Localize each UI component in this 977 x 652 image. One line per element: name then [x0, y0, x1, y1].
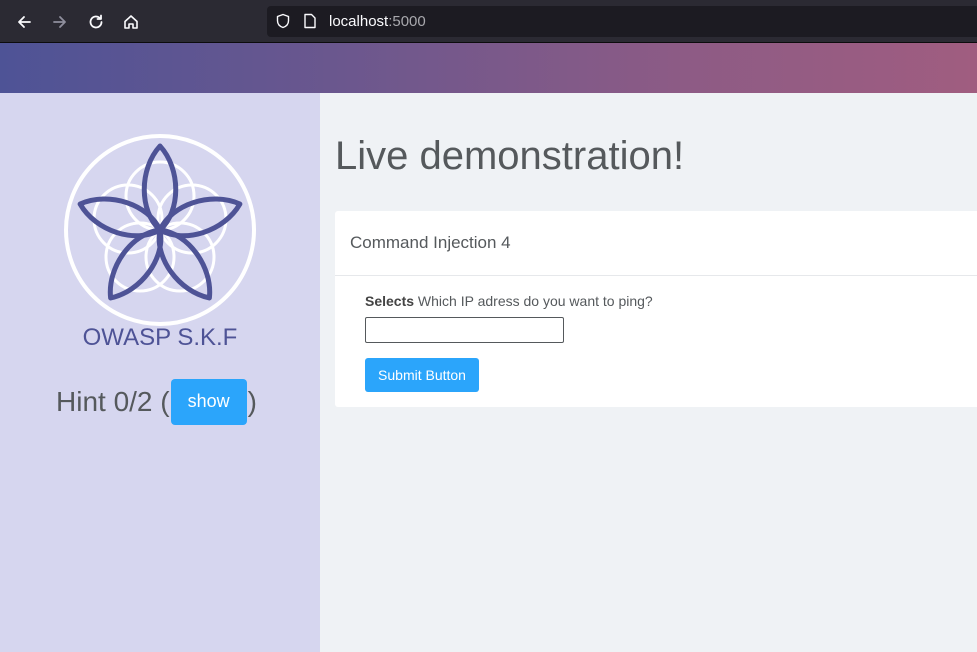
card-title: Command Injection 4	[350, 233, 511, 252]
ip-address-input[interactable]	[365, 317, 564, 343]
hint-counter: Hint 0/2 ( show )	[56, 379, 257, 425]
forward-arrow-icon[interactable]	[47, 9, 73, 35]
owasp-skf-logo	[64, 134, 256, 326]
brand-name: OWASP S.K.F	[82, 324, 238, 351]
page-icon	[304, 13, 316, 29]
submit-button[interactable]: Submit Button	[365, 358, 479, 392]
home-icon[interactable]	[118, 9, 144, 35]
url-host: localhost	[329, 13, 389, 30]
challenge-card: Command Injection 4 Selects Which IP adr…	[335, 211, 977, 407]
ip-field-label: Selects Which IP adress do you want to p…	[365, 293, 653, 309]
url-port: :5000	[388, 13, 426, 30]
shield-icon[interactable]	[275, 13, 291, 29]
sidebar: OWASP S.K.F Hint 0/2 ( show )	[0, 93, 320, 652]
header-banner	[0, 43, 977, 93]
hint-prefix: Hint 0/2 (	[56, 386, 170, 417]
card-header: Command Injection 4	[335, 211, 977, 276]
url-text[interactable]: localhost:5000	[329, 13, 426, 30]
browser-toolbar: localhost:5000	[0, 0, 977, 43]
reload-icon[interactable]	[83, 9, 109, 35]
hint-suffix: )	[247, 386, 257, 417]
page-title: Live demonstration!	[335, 134, 685, 178]
show-hint-button[interactable]: show	[170, 379, 247, 425]
address-bar[interactable]: localhost:5000	[267, 6, 977, 37]
field-label-text: Which IP adress do you want to ping?	[414, 293, 653, 309]
back-arrow-icon[interactable]	[11, 9, 37, 35]
field-label-bold: Selects	[365, 293, 415, 309]
